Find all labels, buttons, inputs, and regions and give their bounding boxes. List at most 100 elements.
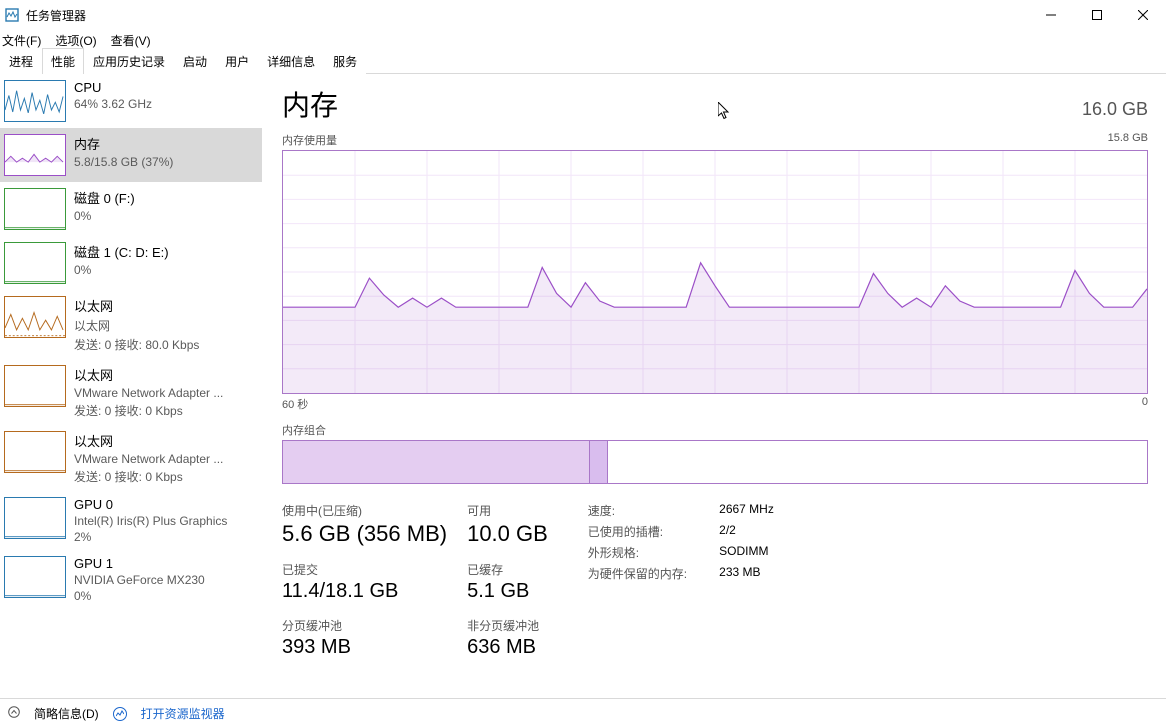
stat-value: 393 MB — [282, 636, 447, 659]
sidebar-thumb — [4, 556, 66, 598]
menu-file[interactable]: 文件(F) — [2, 32, 41, 49]
stat-value: 5.1 GB — [467, 580, 548, 603]
chart-label-left: 内存使用量 — [282, 132, 337, 148]
sidebar-thumb — [4, 188, 66, 230]
spec-label-2: 外形规格: — [588, 544, 687, 561]
sidebar-sub: 0% — [74, 209, 135, 223]
detail-pane: 内存 16.0 GB 内存使用量 15.8 GB 60 秒 0 内存组合 使用中… — [262, 74, 1166, 698]
sidebar: CPU 64% 3.62 GHz 内存 5.8/15.8 GB (37%) 磁盘 0 (… — [0, 74, 262, 698]
sidebar-item-0[interactable]: CPU 64% 3.62 GHz — [0, 74, 262, 128]
app-icon — [4, 7, 20, 23]
stat-label: 分页缓冲池 — [282, 617, 447, 634]
spec-value-1: 2/2 — [719, 523, 774, 540]
window-title: 任务管理器 — [26, 7, 86, 24]
sidebar-title: GPU 0 — [74, 497, 227, 512]
tab-0[interactable]: 进程 — [0, 48, 42, 74]
composition-bar — [282, 440, 1148, 484]
sidebar-thumb — [4, 365, 66, 407]
sidebar-title: 以太网 — [74, 365, 223, 384]
sidebar-sub: VMware Network Adapter ... — [74, 452, 223, 466]
sidebar-item-7[interactable]: GPU 0Intel(R) Iris(R) Plus Graphics2% — [0, 491, 262, 550]
sidebar-title: GPU 1 — [74, 556, 205, 571]
chart-axis-right: 0 — [1142, 396, 1148, 412]
sidebar-title: 以太网 — [74, 431, 223, 450]
memory-usage-chart — [282, 150, 1148, 394]
sidebar-item-3[interactable]: 磁盘 1 (C: D: E:) 0% — [0, 236, 262, 290]
tab-1[interactable]: 性能 — [42, 48, 84, 74]
stat-value: 636 MB — [467, 636, 548, 659]
sidebar-title: CPU — [74, 80, 152, 95]
maximize-button[interactable] — [1074, 0, 1120, 30]
resmon-icon[interactable] — [113, 707, 127, 721]
fewer-details-link[interactable]: 简略信息(D) — [34, 705, 99, 722]
close-button[interactable] — [1120, 0, 1166, 30]
stat-2: 已提交11.4/18.1 GB — [282, 561, 447, 603]
footer: 简略信息(D) 打开资源监视器 — [0, 698, 1166, 728]
stat-label: 已提交 — [282, 561, 447, 578]
sidebar-sub: VMware Network Adapter ... — [74, 386, 223, 400]
sidebar-sub: NVIDIA GeForce MX230 — [74, 573, 205, 587]
spec-value-0: 2667 MHz — [719, 502, 774, 519]
tab-5[interactable]: 详细信息 — [258, 48, 324, 74]
sidebar-sub2: 发送: 0 接收: 80.0 Kbps — [74, 336, 199, 353]
menu-options[interactable]: 选项(O) — [55, 32, 96, 49]
spec-label-0: 速度: — [588, 502, 687, 519]
resmon-link[interactable]: 打开资源监视器 — [141, 705, 225, 722]
sidebar-thumb — [4, 242, 66, 284]
tab-3[interactable]: 启动 — [174, 48, 216, 74]
menubar: 文件(F) 选项(O) 查看(V) — [0, 30, 1166, 50]
detail-total: 16.0 GB — [1082, 99, 1148, 120]
sidebar-thumb — [4, 497, 66, 539]
sidebar-thumb — [4, 134, 66, 176]
chart-axis-left: 60 秒 — [282, 396, 308, 412]
stat-label: 使用中(已压缩) — [282, 502, 447, 519]
sidebar-sub: 64% 3.62 GHz — [74, 97, 152, 111]
sidebar-title: 磁盘 1 (C: D: E:) — [74, 242, 169, 261]
sidebar-sub2: 发送: 0 接收: 0 Kbps — [74, 468, 223, 485]
tabstrip: 进程性能应用历史记录启动用户详细信息服务 — [0, 50, 1166, 74]
tab-6[interactable]: 服务 — [324, 48, 366, 74]
sidebar-thumb — [4, 296, 66, 338]
stat-5: 非分页缓冲池 636 MB — [467, 617, 548, 659]
minimize-button[interactable] — [1028, 0, 1074, 30]
stat-label: 可用 — [467, 502, 548, 519]
sidebar-title: 磁盘 0 (F:) — [74, 188, 135, 207]
sidebar-thumb — [4, 80, 66, 122]
stat-label: 非分页缓冲池 — [467, 617, 548, 634]
sidebar-sub: 5.8/15.8 GB (37%) — [74, 155, 173, 169]
sidebar-item-6[interactable]: 以太网 VMware Network Adapter ... 发送: 0 接收: 0… — [0, 425, 262, 491]
sidebar-sub: 以太网 — [74, 317, 199, 334]
chevron-up-icon[interactable] — [8, 706, 20, 721]
sidebar-item-2[interactable]: 磁盘 0 (F:) 0% — [0, 182, 262, 236]
spec-value-2: SODIMM — [719, 544, 774, 561]
stat-label: 已缓存 — [467, 561, 548, 578]
sidebar-title: 内存 — [74, 134, 173, 153]
stat-value: 5.6 GB (356 MB) — [282, 521, 447, 547]
stat-0: 使用中(已压缩) 5.6 GB (356 MB) — [282, 502, 447, 547]
composition-used — [283, 441, 590, 483]
tab-4[interactable]: 用户 — [216, 48, 258, 74]
sidebar-thumb — [4, 431, 66, 473]
spec-label-3: 为硬件保留的内存: — [588, 565, 687, 582]
composition-modified — [590, 441, 608, 483]
sidebar-sub2: 发送: 0 接收: 0 Kbps — [74, 402, 223, 419]
sidebar-sub2: 0% — [74, 589, 205, 603]
sidebar-item-5[interactable]: 以太网 VMware Network Adapter ... 发送: 0 接收: 0… — [0, 359, 262, 425]
sidebar-item-4[interactable]: 以太网以太网发送: 0 接收: 80.0 Kbps — [0, 290, 262, 359]
titlebar: 任务管理器 — [0, 0, 1166, 30]
sidebar-sub: 0% — [74, 263, 169, 277]
tab-2[interactable]: 应用历史记录 — [84, 48, 174, 74]
stat-1: 可用 10.0 GB — [467, 502, 548, 547]
stats-left: 使用中(已压缩) 5.6 GB (356 MB) 可用 10.0 GB 已提交11.4/… — [282, 502, 548, 659]
stats-right: 速度: 2667 MHz 已使用的插槽: 2/2 外形规格: SODIMM 为硬件保留的内存… — [588, 502, 774, 659]
sidebar-sub: Intel(R) Iris(R) Plus Graphics — [74, 514, 227, 528]
composition-free — [608, 441, 1147, 483]
stat-value: 10.0 GB — [467, 521, 548, 547]
menu-view[interactable]: 查看(V) — [111, 32, 151, 49]
sidebar-item-1[interactable]: 内存 5.8/15.8 GB (37%) — [0, 128, 262, 182]
spec-label-1: 已使用的插槽: — [588, 523, 687, 540]
sidebar-title: 以太网 — [74, 296, 199, 315]
composition-label: 内存组合 — [282, 422, 1148, 438]
detail-title: 内存 — [282, 84, 338, 124]
sidebar-item-8[interactable]: GPU 1 NVIDIA GeForce MX230 0% — [0, 550, 262, 609]
